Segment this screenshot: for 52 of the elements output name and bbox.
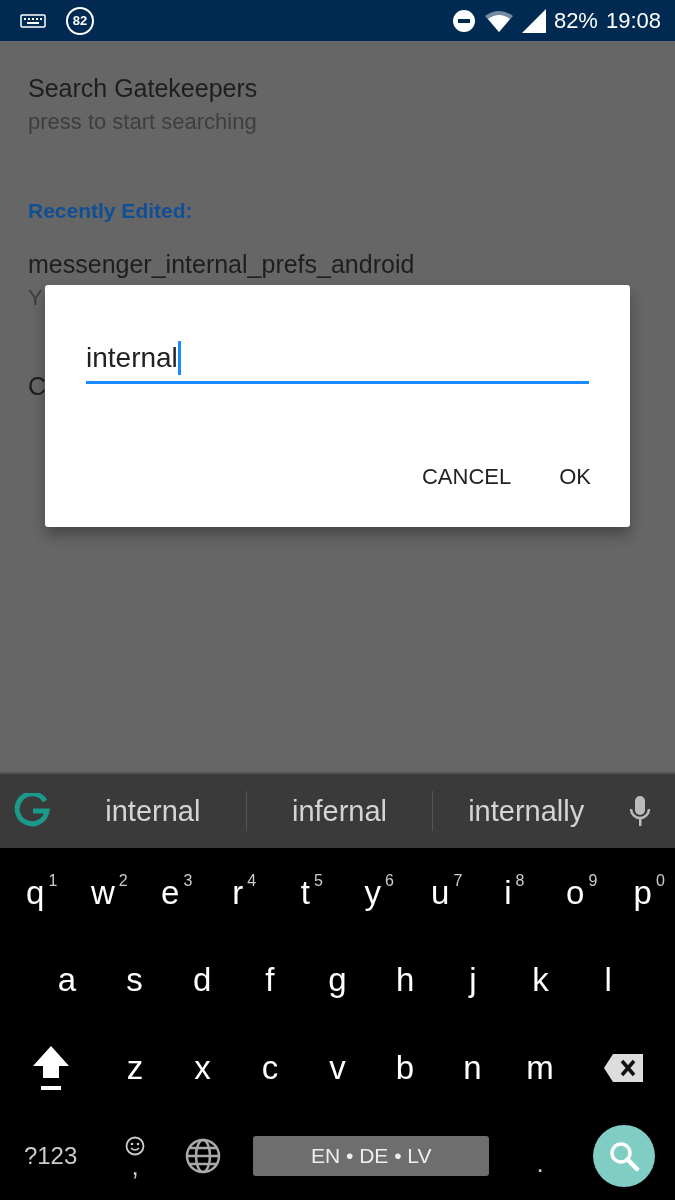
letter-key[interactable]: a — [57, 960, 76, 1000]
letter-key[interactable]: m — [526, 1048, 554, 1088]
letter-key[interactable]: f — [265, 960, 275, 1000]
letter-key[interactable]: q$^{1}$ — [10, 869, 58, 915]
g-logo-icon[interactable] — [14, 793, 50, 829]
wifi-icon — [483, 9, 514, 32]
letter-key[interactable]: z — [126, 1048, 144, 1088]
suggestion[interactable]: infernal — [246, 794, 433, 828]
letter-key[interactable]: r$^{4}$ — [216, 869, 257, 915]
letter-key[interactable]: k — [532, 960, 549, 1000]
letter-key[interactable]: s — [126, 960, 143, 1000]
letter-key[interactable]: y$^{6}$ — [348, 869, 394, 915]
search-title: Search Gatekeepers — [28, 73, 259, 103]
keyboard-icon — [20, 13, 46, 28]
shift-icon[interactable] — [30, 1044, 71, 1092]
do-not-disturb-icon — [451, 8, 476, 33]
search-input[interactable]: internal — [86, 337, 589, 384]
letter-key[interactable]: g — [328, 960, 347, 1000]
letter-key[interactable]: d — [193, 960, 212, 1000]
signal-icon — [521, 8, 546, 33]
letter-key[interactable]: p$^{0}$ — [617, 869, 665, 915]
letter-key[interactable]: j — [469, 960, 477, 1000]
letter-key[interactable]: b — [395, 1048, 415, 1088]
search-icon — [608, 1140, 641, 1172]
backspace-icon[interactable] — [603, 1053, 646, 1083]
battery-percentage: 82% — [553, 7, 598, 34]
letter-key[interactable]: e$^{3}$ — [145, 869, 193, 915]
suggestion[interactable]: internally — [433, 794, 619, 828]
dialog-button[interactable]: OK — [541, 454, 609, 500]
section-header: Recently Edited: — [28, 199, 194, 223]
clock: 19:08 — [605, 7, 661, 34]
letter-key[interactable]: c — [261, 1048, 279, 1088]
period-key[interactable]: . — [536, 1143, 544, 1183]
text-cursor — [177, 341, 181, 375]
letter-key[interactable]: o$^{9}$ — [550, 869, 598, 915]
letter-key[interactable]: n — [463, 1048, 482, 1088]
microphone-icon[interactable] — [629, 795, 651, 827]
smiley-icon — [125, 1136, 145, 1156]
letter-key[interactable]: x — [194, 1048, 211, 1088]
symbols-key[interactable]: ?123 — [23, 1136, 78, 1176]
letter-key[interactable]: w$^{2}$ — [74, 869, 128, 915]
space-bar[interactable]: EN • DE • LV — [253, 1136, 490, 1176]
letter-key[interactable]: h — [396, 960, 415, 1000]
letter-key[interactable]: i$^{8}$ — [488, 869, 525, 915]
letter-key[interactable]: u$^{7}$ — [415, 869, 463, 915]
notification-badge: 82 — [66, 6, 94, 35]
letter-key[interactable]: l — [604, 960, 612, 1000]
letter-key[interactable]: v — [329, 1048, 346, 1088]
suggestion[interactable]: internal — [60, 794, 246, 828]
dialog-button[interactable]: CANCEL — [403, 454, 530, 500]
globe-icon[interactable] — [184, 1138, 221, 1174]
letter-key[interactable]: t$^{5}$ — [284, 869, 323, 915]
